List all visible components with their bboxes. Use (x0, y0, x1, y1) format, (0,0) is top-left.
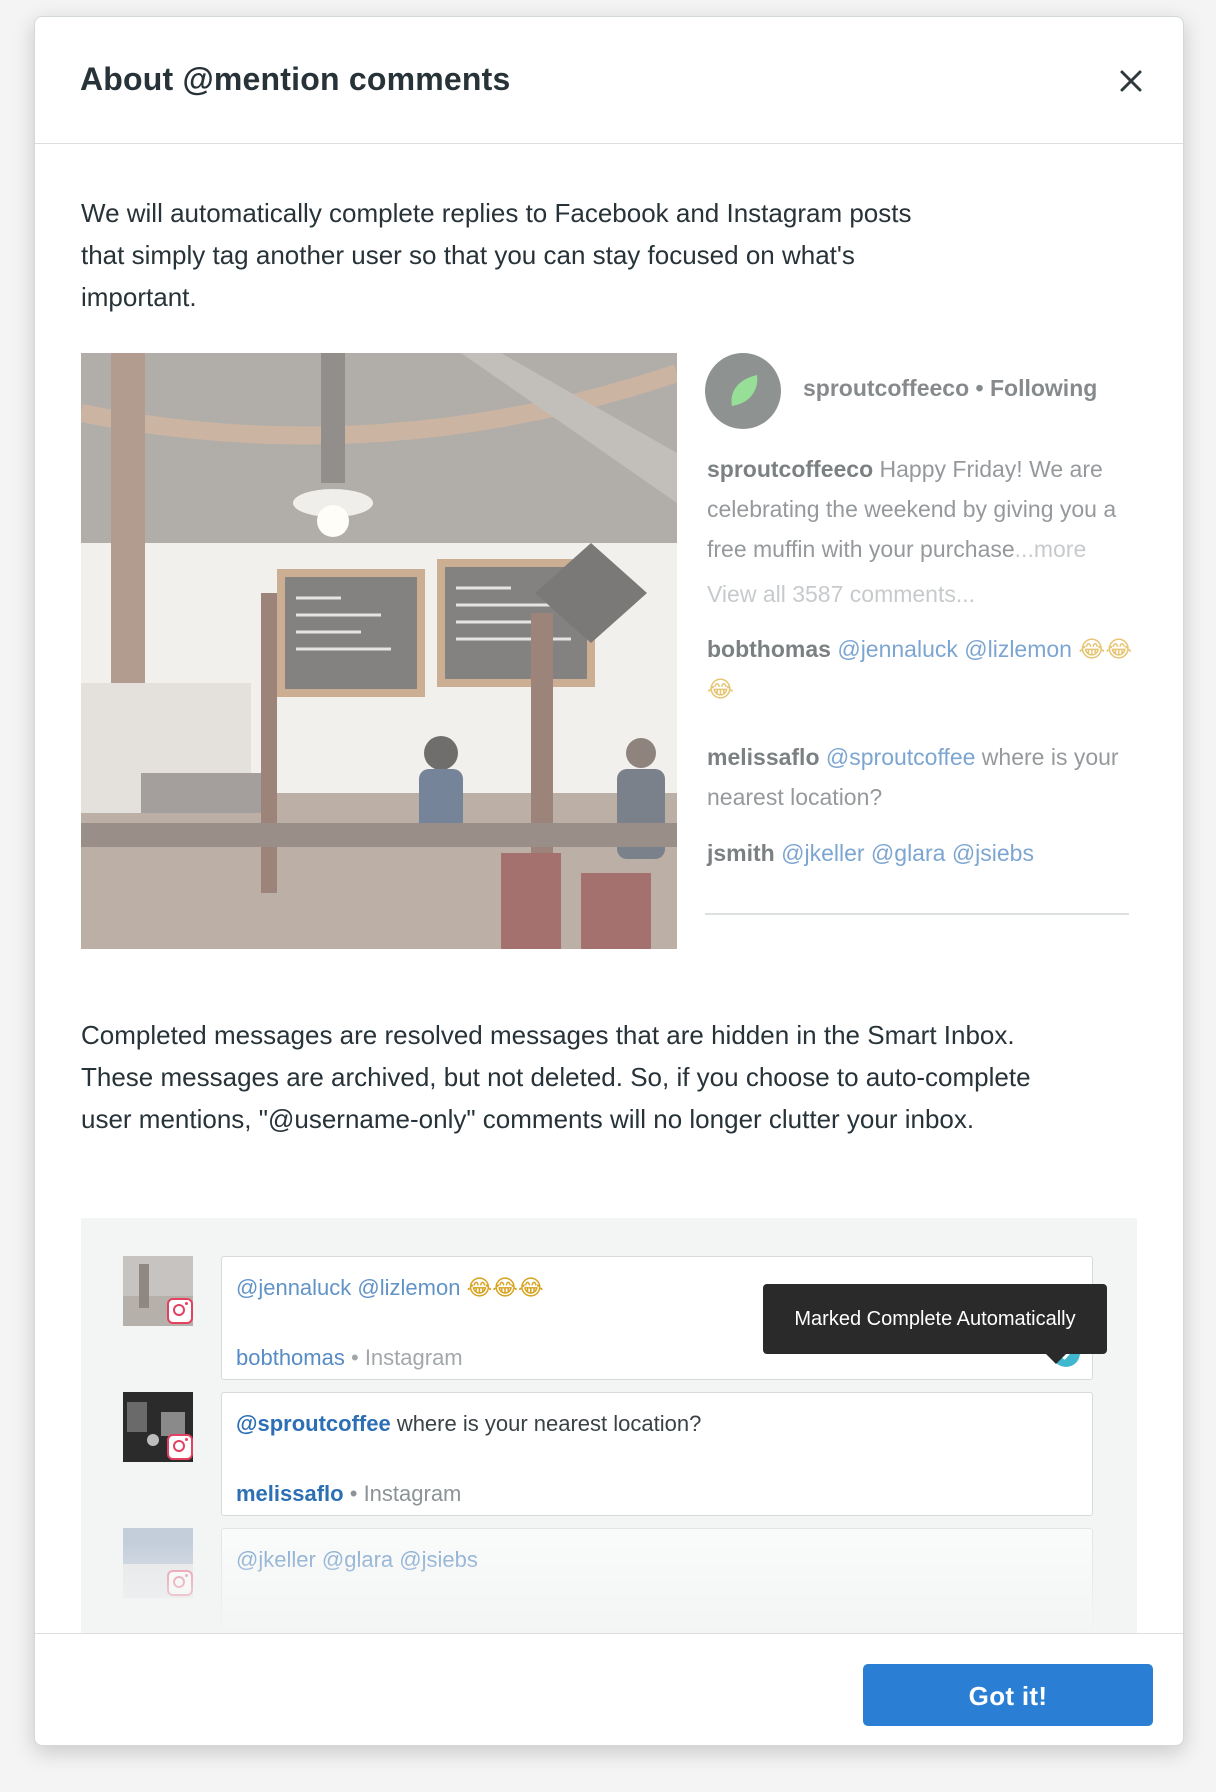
more-link[interactable]: ...more (1015, 536, 1087, 562)
modal-header: About @mention comments (35, 17, 1183, 144)
inbox-message: @jkeller @glara @jsiebs (123, 1528, 1095, 1633)
message-card[interactable]: @jkeller @glara @jsiebs (221, 1528, 1093, 1633)
modal-body: We will automatically complete replies t… (35, 144, 1183, 1633)
instagram-icon (167, 1570, 193, 1596)
post-comment: bobthomas @jennaluck @lizlemon 😂😂😂 (707, 636, 1133, 702)
smart-inbox-preview: @jennaluck @lizlemon 😂😂😂 bobthomas • Ins… (81, 1218, 1137, 1633)
message-thumbnail (123, 1256, 193, 1326)
post-comment: jsmith @jkeller @glara @jsiebs (707, 840, 1034, 866)
instagram-icon (167, 1434, 193, 1460)
sprout-leaf-avatar (705, 353, 781, 429)
message-text: @jkeller @glara @jsiebs (236, 1547, 478, 1572)
about-mention-comments-modal: About @mention comments We will automati… (34, 16, 1184, 1746)
instagram-post-preview: sproutcoffeeco • Following sproutcoffeec… (81, 353, 1133, 951)
message-meta: bobthomas • Instagram (236, 1345, 463, 1370)
post-comment: melissaflo @sproutcoffee where is your n… (707, 744, 1119, 810)
close-icon (1120, 70, 1142, 92)
message-text: @sproutcoffee where is your nearest loca… (236, 1411, 702, 1436)
coffee-shop-photo (81, 353, 677, 949)
account-name[interactable]: sproutcoffeeco (803, 375, 969, 401)
divider (705, 913, 1129, 915)
inbox-message: @sproutcoffee where is your nearest loca… (123, 1392, 1095, 1516)
message-thumbnail (123, 1528, 193, 1598)
message-thumbnail (123, 1392, 193, 1462)
view-all-comments-link[interactable]: View all 3587 comments... (707, 581, 975, 608)
message-meta: melissaflo • Instagram (236, 1481, 462, 1506)
explanation-text: Completed messages are resolved messages… (81, 1020, 1031, 1134)
instagram-post-sidebar: sproutcoffeeco • Following sproutcoffeec… (705, 353, 1133, 951)
inbox-message: @jennaluck @lizlemon 😂😂😂 bobthomas • Ins… (123, 1256, 1107, 1380)
modal-title: About @mention comments (80, 61, 511, 97)
intro-text: We will automatically complete replies t… (81, 198, 912, 312)
marked-complete-tooltip: Marked Complete Automatically (763, 1284, 1107, 1364)
message-text: @jennaluck @lizlemon 😂😂😂 (236, 1275, 544, 1300)
modal-footer: Got it! (35, 1633, 1183, 1745)
following-label[interactable]: Following (990, 375, 1097, 401)
close-button[interactable] (1115, 65, 1147, 97)
instagram-icon (167, 1298, 193, 1324)
got-it-button[interactable]: Got it! (863, 1664, 1153, 1726)
post-caption: sproutcoffeeco Happy Friday! We are cele… (707, 456, 1117, 562)
message-card[interactable]: @sproutcoffee where is your nearest loca… (221, 1392, 1093, 1516)
post-account-header: sproutcoffeeco • Following (803, 375, 1098, 401)
